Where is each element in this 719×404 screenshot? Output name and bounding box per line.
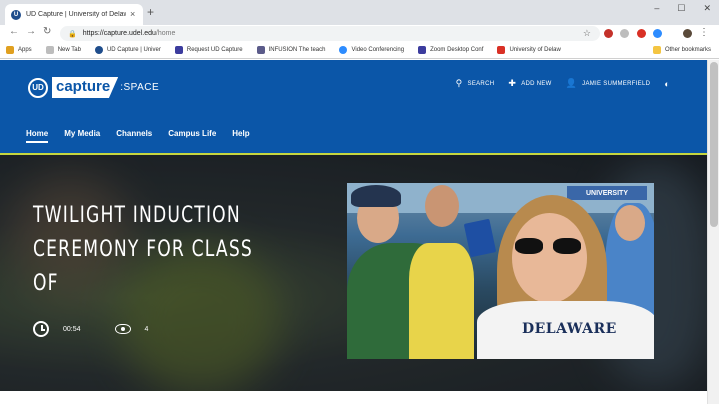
hero-title[interactable]: TWILIGHT INDUCTION CEREMONY FOR CLASS OF bbox=[33, 199, 267, 301]
nav-help[interactable]: Help bbox=[232, 129, 249, 143]
extension-gray-icon[interactable] bbox=[620, 29, 629, 38]
page-icon bbox=[45, 46, 54, 54]
nav-home[interactable]: Home bbox=[26, 129, 49, 143]
extension-blue-icon[interactable] bbox=[653, 29, 662, 38]
folder-icon bbox=[652, 46, 661, 54]
minimize-button[interactable]: – bbox=[654, 3, 659, 14]
thumb-sign bbox=[463, 218, 497, 258]
clock-icon bbox=[33, 321, 49, 337]
tab-title: UD Capture | University of Delaw bbox=[26, 11, 126, 18]
bookmark-star-icon[interactable]: ☆ bbox=[583, 28, 591, 39]
thumb-shirt-text: DELAWARE bbox=[522, 321, 617, 337]
infusion-icon bbox=[256, 46, 265, 54]
apps-grid-icon bbox=[6, 46, 14, 54]
site-header: UD capture :SPACE ⚲ SEARCH ✚ ADD NEW 👤 JAMI… bbox=[0, 60, 707, 153]
profile-avatar[interactable] bbox=[683, 29, 692, 38]
bookmarks-bar: Apps New Tab UD Capture | Univer Request… bbox=[0, 42, 719, 59]
nav-campus-life[interactable]: Campus Life bbox=[168, 129, 216, 143]
thumb-person-face bbox=[512, 213, 587, 303]
forward-arrow-icon[interactable]: → bbox=[26, 27, 36, 37]
search-icon: ⚲ bbox=[455, 78, 463, 88]
thumb-cap bbox=[351, 185, 401, 207]
tab-strip: U UD Capture | University of Delaw × + –… bbox=[0, 0, 719, 25]
hero-meta: 00:54 4 bbox=[33, 321, 148, 337]
doc-icon bbox=[174, 46, 183, 54]
featured-hero[interactable]: TWILIGHT INDUCTION CEREMONY FOR CLASS OF… bbox=[0, 155, 707, 391]
nav-my-media[interactable]: My Media bbox=[64, 129, 100, 143]
add-new-button[interactable]: ✚ ADD NEW bbox=[508, 78, 551, 89]
contrast-toggle[interactable]: ◐ bbox=[664, 79, 675, 89]
window-controls: – ☐ ✕ bbox=[654, 3, 711, 14]
zoom-icon bbox=[339, 46, 348, 54]
browser-tab[interactable]: U UD Capture | University of Delaw × bbox=[5, 4, 143, 25]
back-arrow-icon[interactable]: ← bbox=[9, 27, 19, 37]
bookmark-ud-capture[interactable]: UD Capture | Univer bbox=[94, 46, 161, 54]
reload-icon[interactable]: ↻ bbox=[43, 27, 51, 37]
extension-pinterest-icon[interactable] bbox=[637, 29, 646, 38]
other-bookmarks[interactable]: Other bookmarks bbox=[652, 46, 711, 54]
scrollbar-thumb[interactable] bbox=[710, 62, 718, 227]
bookmark-request-capture[interactable]: Request UD Capture bbox=[174, 46, 243, 54]
extension-shield-icon[interactable] bbox=[604, 29, 613, 38]
thumb-banner: UNIVERSITY bbox=[567, 186, 647, 200]
header-actions: ⚲ SEARCH ✚ ADD NEW 👤 JAMIE SUMMERFIELD ◐ bbox=[456, 78, 675, 89]
thumb-person-head bbox=[425, 185, 459, 227]
bookmark-university[interactable]: University of Delaw bbox=[497, 46, 561, 54]
logo-space-text: :SPACE bbox=[120, 82, 160, 93]
logo-capture-text: capture bbox=[52, 77, 119, 98]
user-menu[interactable]: 👤 JAMIE SUMMERFIELD bbox=[566, 78, 651, 89]
plus-icon: ✚ bbox=[508, 78, 517, 88]
duration-text: 00:54 bbox=[63, 325, 81, 333]
browser-menu-icon[interactable]: ⋮ bbox=[699, 27, 709, 38]
page-scrollbar[interactable] bbox=[707, 60, 719, 404]
views-eye-icon bbox=[114, 324, 131, 334]
nav-channels[interactable]: Channels bbox=[116, 129, 152, 143]
browser-window: U UD Capture | University of Delaw × + –… bbox=[0, 0, 719, 404]
tab-close-icon[interactable]: × bbox=[130, 10, 135, 19]
bookmark-new-tab[interactable]: New Tab bbox=[45, 46, 81, 54]
capture-space-logo[interactable]: UD capture :SPACE bbox=[28, 77, 159, 98]
page-content-area bbox=[0, 391, 707, 404]
bookmark-zoom-desktop[interactable]: Zoom Desktop Conf bbox=[418, 46, 483, 54]
address-bar[interactable]: 🔒 https://capture.udel.edu/home ☆ bbox=[60, 26, 600, 41]
views-count: 4 bbox=[144, 325, 149, 333]
contrast-icon: ◐ bbox=[664, 78, 670, 89]
featured-video-thumbnail[interactable]: UNIVERSITY DELAWARE bbox=[347, 183, 654, 359]
thumb-person-head bbox=[615, 205, 645, 241]
maximize-button[interactable]: ☐ bbox=[677, 3, 685, 14]
lock-icon: 🔒 bbox=[68, 30, 77, 38]
main-nav: Home My Media Channels Campus Life Help bbox=[26, 129, 250, 143]
ud-favicon-icon: U bbox=[11, 9, 21, 20]
gmail-icon bbox=[497, 46, 506, 54]
ud-favicon-icon bbox=[94, 46, 103, 54]
ud-logo-icon: UD bbox=[28, 77, 48, 98]
search-button[interactable]: ⚲ SEARCH bbox=[456, 78, 495, 89]
bookmark-video-conferencing[interactable]: Video Conferencing bbox=[339, 46, 404, 54]
thumb-sunglasses bbox=[515, 238, 583, 254]
new-tab-button[interactable]: + bbox=[147, 6, 154, 18]
close-window-button[interactable]: ✕ bbox=[703, 3, 711, 14]
doc-icon bbox=[418, 46, 427, 54]
user-icon: 👤 bbox=[565, 78, 578, 88]
thumb-person bbox=[409, 243, 474, 359]
browser-toolbar: ← → ↻ 🔒 https://capture.udel.edu/home ☆ … bbox=[0, 25, 719, 42]
bookmark-apps[interactable]: Apps bbox=[6, 46, 32, 54]
bookmark-infusion[interactable]: INFUSION The teach bbox=[256, 46, 325, 54]
url-text: https://capture.udel.edu/home bbox=[82, 30, 176, 37]
